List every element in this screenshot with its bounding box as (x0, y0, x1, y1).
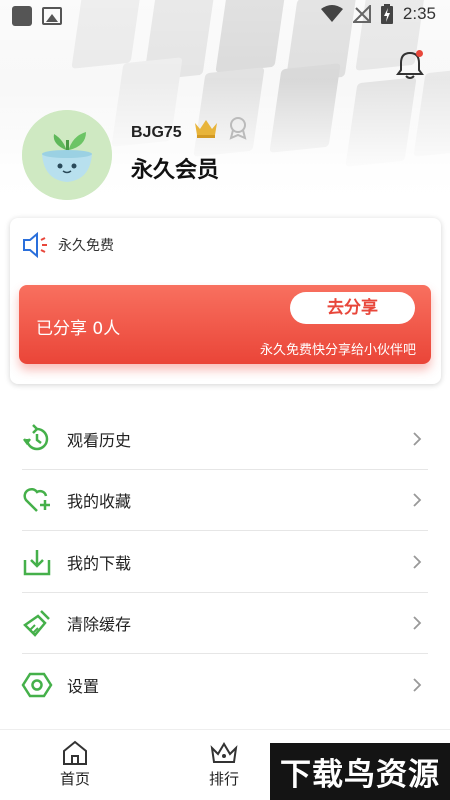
status-bar: 2:35 (0, 0, 450, 32)
chevron-right-icon (413, 678, 422, 692)
share-subtitle: 永久免费快分享给小伙伴吧 (259, 343, 416, 358)
nav-home[interactable]: 首页 (40, 740, 110, 789)
settings-icon (20, 668, 54, 702)
nav-ranking[interactable]: 排行 (189, 740, 259, 789)
share-card: 永久免费 已分享 0人 去分享 永久免费快分享给小伙伴吧 (10, 218, 441, 384)
watermark: 下载鸟资源 (270, 743, 450, 800)
membership-status: 永久会员 (131, 158, 220, 183)
notification-bell-button[interactable] (393, 48, 427, 82)
vip-crown-icon (195, 120, 217, 138)
menu-list: 观看历史 我的收藏 我的下载 清除缓存 设置 (0, 408, 450, 716)
home-icon (63, 740, 87, 765)
wifi-icon (320, 5, 343, 22)
menu-item-label: 设置 (67, 676, 100, 696)
notice-text: 永久免费 (58, 238, 114, 254)
avatar[interactable] (22, 110, 112, 200)
ranking-icon (210, 742, 238, 763)
share-panel: 已分享 0人 去分享 永久免费快分享给小伙伴吧 (19, 285, 431, 364)
shared-count: 已分享 0人 (36, 319, 121, 339)
menu-item-label: 观看历史 (67, 430, 132, 450)
broom-icon (20, 606, 54, 640)
share-button[interactable]: 去分享 (290, 292, 415, 324)
speaker-icon (23, 231, 47, 259)
plant-pot-avatar-icon (22, 110, 112, 200)
heart-plus-icon (20, 483, 54, 517)
menu-item-label: 我的下载 (67, 553, 132, 573)
history-icon (20, 422, 54, 456)
unread-dot (416, 50, 423, 57)
menu-item-label: 我的收藏 (67, 492, 132, 512)
chevron-right-icon (413, 493, 422, 507)
chevron-right-icon (413, 555, 422, 569)
menu-item-label: 清除缓存 (67, 615, 132, 635)
no-signal-icon (352, 5, 371, 23)
nav-home-label: 首页 (59, 770, 90, 788)
menu-item-clear-cache[interactable]: 清除缓存 (0, 593, 450, 655)
chevron-right-icon (413, 432, 422, 446)
username: BJG75 (131, 124, 182, 141)
clock: 2:35 (402, 4, 436, 23)
menu-item-watch-history[interactable]: 观看历史 (0, 408, 450, 470)
image-notification-icon (42, 7, 62, 25)
download-icon (20, 545, 54, 579)
notice-bar: 永久免费 (22, 230, 114, 260)
menu-item-downloads[interactable]: 我的下载 (0, 531, 450, 593)
medal-badge-icon (229, 117, 247, 140)
chevron-right-icon (413, 616, 422, 630)
menu-item-favorites[interactable]: 我的收藏 (0, 470, 450, 532)
menu-item-settings[interactable]: 设置 (0, 654, 450, 716)
nav-ranking-label: 排行 (208, 770, 239, 788)
notification-app-icon (12, 6, 32, 26)
battery-charging-icon (380, 4, 393, 24)
